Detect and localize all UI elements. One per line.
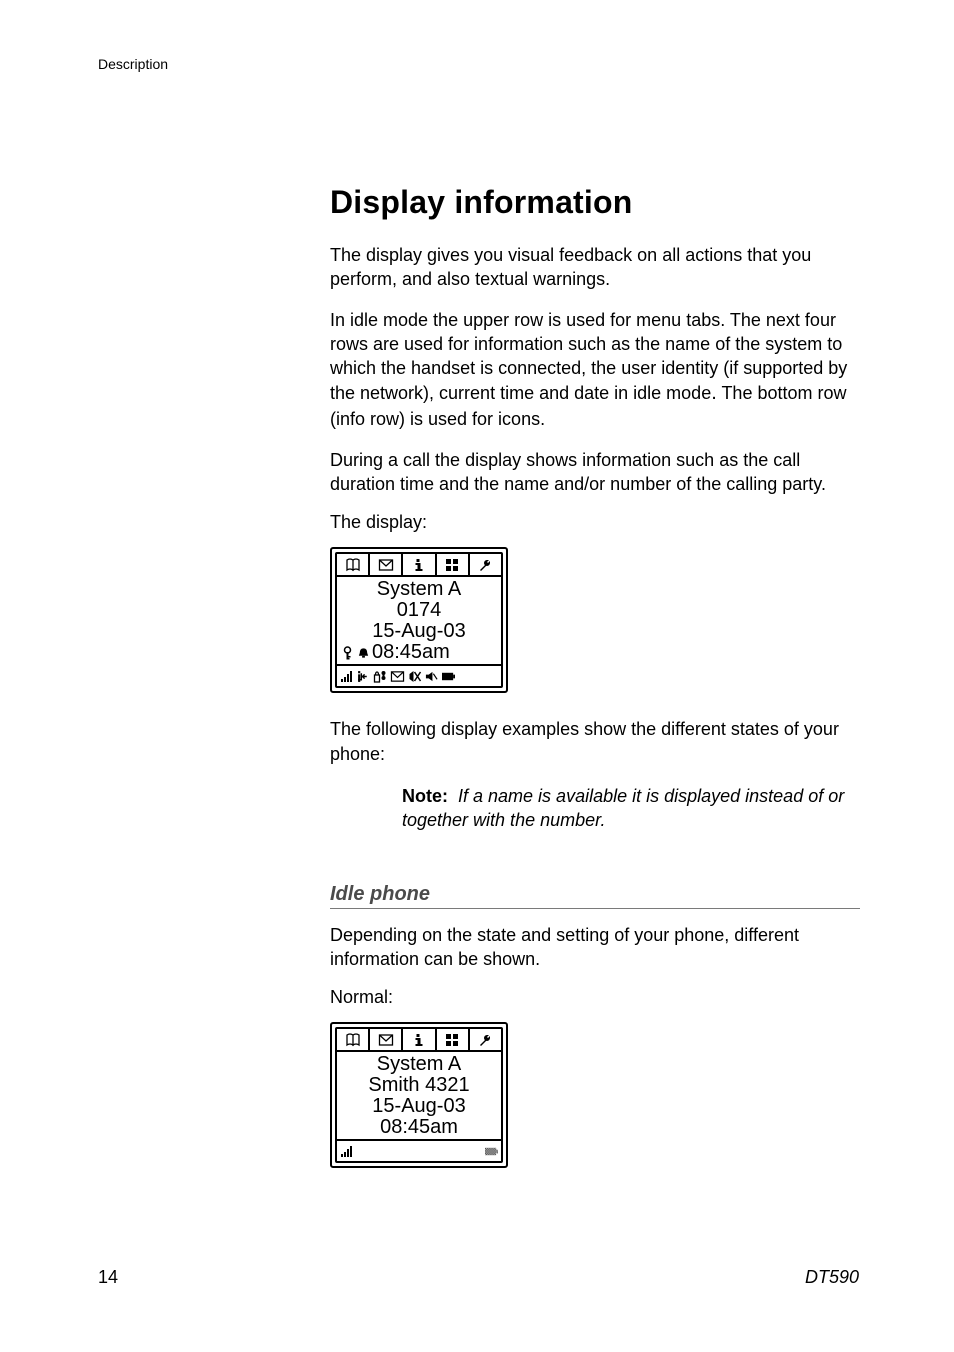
model-name: DT590 [805,1267,859,1288]
idle-intro: Depending on the state and setting of yo… [330,923,860,972]
tab-info-icon [403,554,436,575]
tab-apps-icon [437,1029,470,1050]
battery-icon [484,1145,499,1158]
normal-label: Normal: [330,987,860,1008]
info-row [337,664,501,686]
signal-icon [339,1145,354,1158]
system-name: System A [340,1054,498,1075]
display-text-rows: System A Smith 4321 15-Aug-03 08:45am [337,1052,501,1139]
tab-messages-icon [370,554,403,575]
page-footer: 14 DT590 [98,1267,859,1288]
phone-display-example-1: System A 0174 15-Aug-03 08:45am [330,547,508,693]
tab-phonebook-icon [337,1029,370,1050]
user-number: 0174 [340,600,498,621]
envelope-icon [390,670,405,683]
note-label: Note: [402,786,448,806]
info-row [337,1139,501,1161]
mute-icon [407,670,422,683]
note-block: Note: If a name is available it is displ… [402,784,860,833]
signal-icon [339,670,354,683]
bell-icon [357,646,370,660]
intro-paragraph-1: The display gives you visual feedback on… [330,243,860,292]
tab-apps-icon [437,554,470,575]
voicemail-lock-icon [373,670,388,683]
page-title: Display information [330,184,860,221]
time-row: 08:45am [340,642,498,663]
user-identity: Smith 4321 [340,1075,498,1096]
note-body: If a name is available it is displayed i… [402,786,844,830]
system-name: System A [340,579,498,600]
tab-settings-icon [470,1029,501,1050]
speaker-off-icon [424,670,439,683]
tab-phonebook-icon [337,554,370,575]
subheading-idle-phone: Idle phone [330,883,860,909]
page: Description Display information The disp… [0,0,954,1352]
time-text: 08:45am [340,1117,498,1138]
date: 15-Aug-03 [340,621,498,642]
menu-tab-row [337,554,501,577]
intro-paragraph-3: During a call the display shows informat… [330,448,860,497]
content-area: Display information The display gives yo… [330,184,860,1192]
running-header: Description [98,56,168,72]
page-number: 14 [98,1267,118,1288]
time-text: 08:45am [372,642,450,663]
tab-messages-icon [370,1029,403,1050]
display-text-rows: System A 0174 15-Aug-03 08:45am [337,577,501,664]
display-label: The display: [330,512,860,533]
examples-intro: The following display examples show the … [330,717,860,766]
info-arrow-icon [356,670,371,683]
date: 15-Aug-03 [340,1096,498,1117]
keylock-icon [342,646,355,660]
phone-display-example-2: System A Smith 4321 15-Aug-03 08:45am [330,1022,508,1168]
tab-settings-icon [470,554,501,575]
intro-paragraph-2: In idle mode the upper row is used for m… [330,308,860,432]
menu-tab-row [337,1029,501,1052]
battery-icon [441,670,456,683]
tab-info-icon [403,1029,436,1050]
